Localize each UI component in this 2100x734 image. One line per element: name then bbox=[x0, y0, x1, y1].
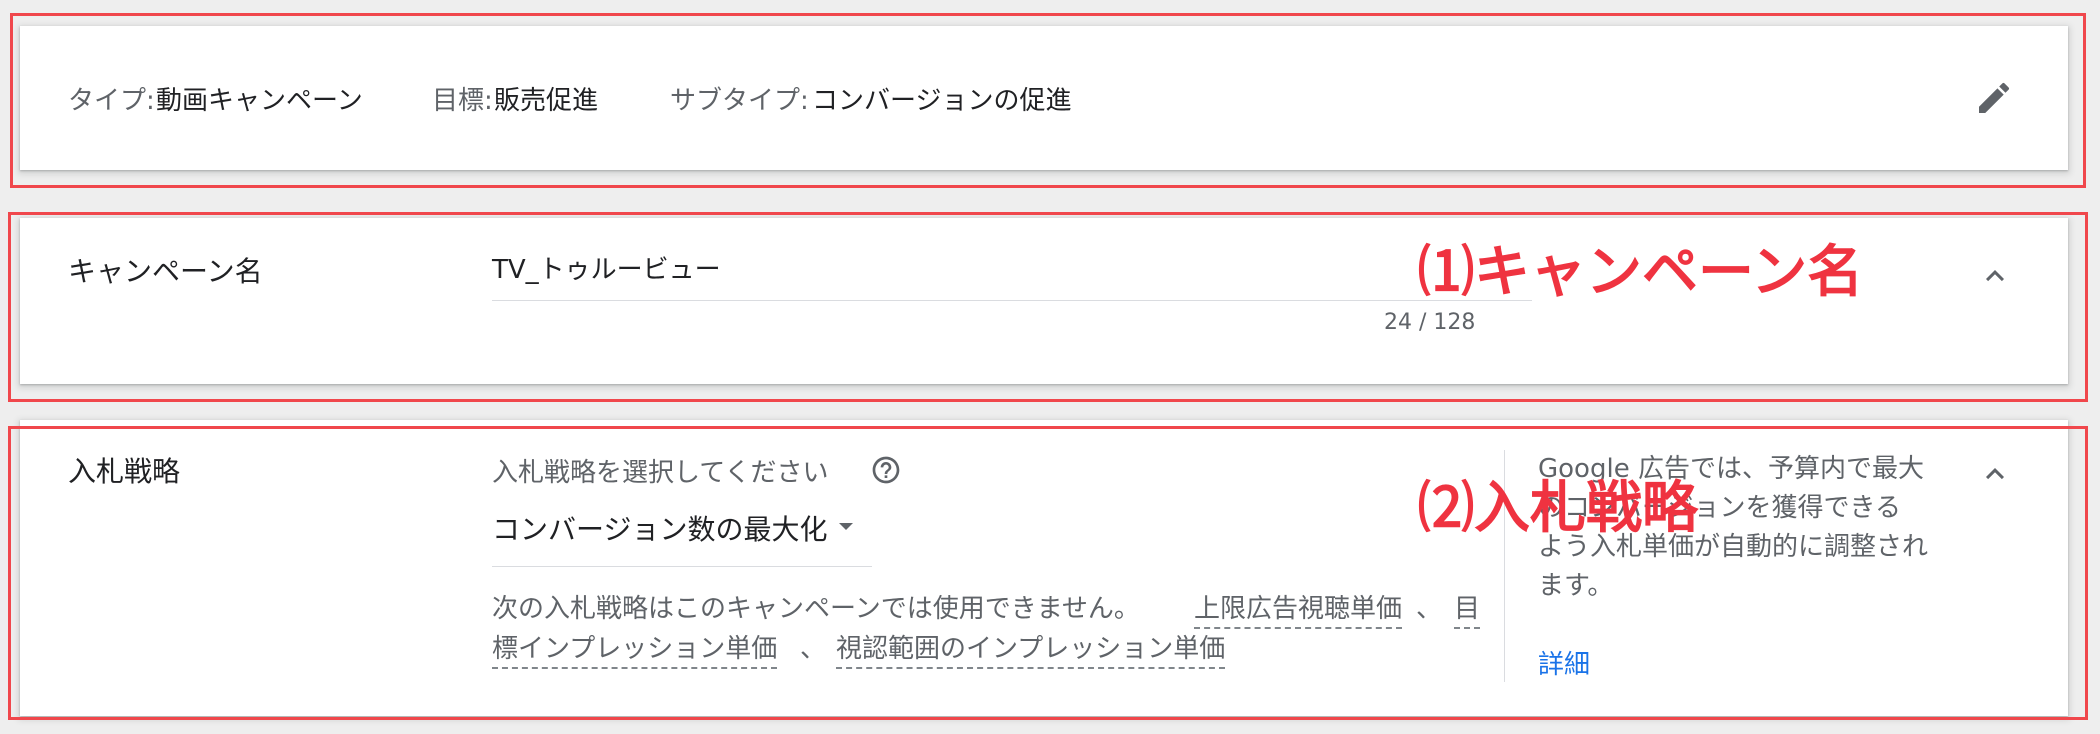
highlight-campaign-name bbox=[8, 212, 2088, 402]
highlight-bidding bbox=[8, 426, 2088, 720]
highlight-summary bbox=[10, 13, 2086, 188]
